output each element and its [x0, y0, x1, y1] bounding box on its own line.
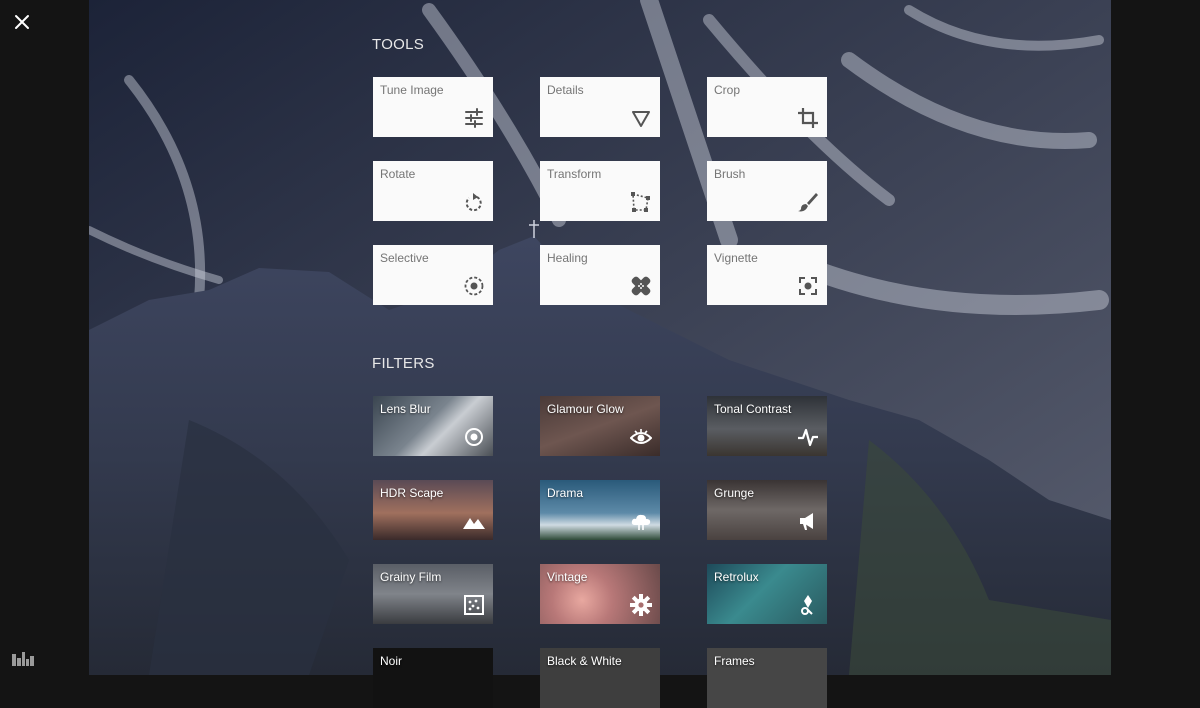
rotate-icon [465, 193, 482, 212]
tool-selective[interactable]: Selective [373, 245, 493, 305]
filter-frames[interactable]: Frames [707, 648, 827, 708]
tool-label: Brush [714, 167, 746, 181]
filter-glamour-glow[interactable]: Glamour Glow [540, 396, 660, 456]
transform-icon [631, 192, 650, 212]
tool-label: Vignette [714, 251, 758, 265]
vignette-icon [799, 277, 817, 295]
filter-label: Black & White [547, 654, 622, 668]
tool-healing[interactable]: Healing [540, 245, 660, 305]
cloud-icon [631, 514, 651, 530]
tool-label: Healing [547, 251, 588, 265]
pulse-icon [798, 428, 818, 447]
tool-crop[interactable]: Crop [707, 77, 827, 137]
tool-label: Transform [547, 167, 602, 181]
sliders-icon [465, 108, 483, 128]
filters-section-title: FILTERS [372, 355, 435, 372]
filter-label: Tonal Contrast [714, 402, 792, 416]
film-grain-icon [464, 595, 484, 615]
filter-retrolux[interactable]: Retrolux [707, 564, 827, 624]
tools-section-title: TOOLS [372, 36, 425, 53]
mountain-icon [463, 518, 485, 529]
retrolux-icon [801, 595, 813, 615]
filter-label: Glamour Glow [547, 402, 624, 416]
healing-icon [631, 276, 651, 296]
filter-noir[interactable]: Noir [373, 648, 493, 708]
lens-blur-icon [465, 428, 483, 446]
eye-icon [630, 429, 652, 444]
brush-icon [798, 193, 818, 212]
crop-icon [798, 108, 818, 128]
filter-label: HDR Scape [380, 486, 444, 500]
filter-label: Frames [714, 654, 755, 668]
close-button[interactable] [8, 8, 36, 36]
tool-label: Selective [380, 251, 429, 265]
filter-lens-blur[interactable]: Lens Blur [373, 396, 493, 456]
filter-black-white[interactable]: Black & White [540, 648, 660, 708]
tool-transform[interactable]: Transform [540, 161, 660, 221]
filter-label: Retrolux [714, 570, 759, 584]
filter-label: Noir [380, 654, 403, 668]
histogram-button[interactable] [12, 650, 34, 666]
histogram-icon [12, 652, 34, 666]
filter-label: Lens Blur [380, 402, 431, 416]
filter-label: Grunge [714, 486, 755, 500]
megaphone-icon [800, 513, 813, 530]
filter-drama[interactable]: Drama [540, 480, 660, 540]
tool-label: Tune Image [380, 83, 444, 97]
tool-label: Rotate [380, 167, 416, 181]
filter-vintage[interactable]: Vintage [540, 564, 660, 624]
filter-hdr-scape[interactable]: HDR Scape [373, 480, 493, 540]
tool-vignette[interactable]: Vignette [707, 245, 827, 305]
tool-brush[interactable]: Brush [707, 161, 827, 221]
triangle-down-icon [632, 111, 650, 127]
filter-label: Vintage [547, 570, 588, 584]
filter-tonal-contrast[interactable]: Tonal Contrast [707, 396, 827, 456]
tool-details[interactable]: Details [540, 77, 660, 137]
gear-icon [630, 594, 652, 616]
filter-grunge[interactable]: Grunge [707, 480, 827, 540]
filter-grainy-film[interactable]: Grainy Film [373, 564, 493, 624]
tool-label: Crop [714, 83, 741, 97]
tool-tune-image[interactable]: Tune Image [373, 77, 493, 137]
close-icon [15, 15, 29, 29]
tool-rotate[interactable]: Rotate [373, 161, 493, 221]
filter-label: Drama [547, 486, 584, 500]
filter-label: Grainy Film [380, 570, 442, 584]
tool-label: Details [547, 83, 584, 97]
selective-icon [464, 276, 484, 296]
